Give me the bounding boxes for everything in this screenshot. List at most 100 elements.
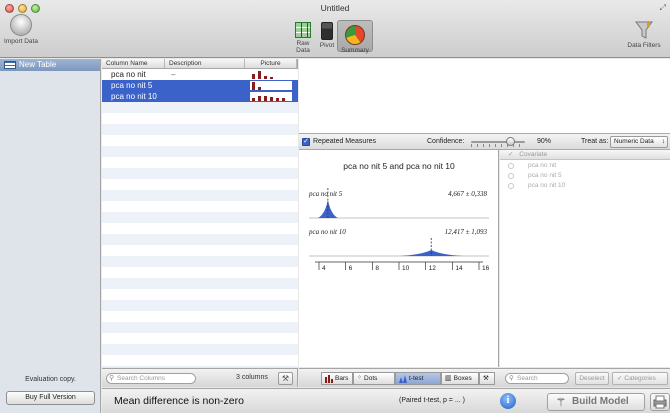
table-row[interactable]: pca no nit 5 [102,80,298,91]
histogram-bar [258,87,261,90]
histogram-bar [270,77,273,79]
boxes-view-button[interactable]: ▥ Boxes [441,372,479,385]
search-columns-input[interactable]: ⚲ Search Columns [106,373,196,384]
raw-data-icon [295,22,311,38]
build-model-label: Build Model [572,396,629,407]
summary-top-pane [299,59,670,133]
data-filters-button[interactable]: Data Filters [622,20,666,49]
build-model-button[interactable]: ⚚ Build Model [547,393,645,411]
column-name-header[interactable]: Column Name [102,59,165,68]
histogram-bar [252,98,255,101]
confidence-slider[interactable] [471,141,525,143]
column-name-cell: pca no nit 5 [111,81,153,90]
raw-data-label: Raw Data [296,40,310,54]
picture-header[interactable]: Picture [245,59,297,68]
covariate-radio[interactable] [508,182,514,189]
repeated-measures-label: Repeated Measures [313,138,377,145]
histogram-bar [258,96,261,101]
histogram-bar [276,98,279,101]
categories-button[interactable]: ✓ Categories [612,372,668,385]
confidence-slider-knob[interactable] [506,137,515,146]
bars-label: Bars [335,375,349,382]
covariate-pane: ✓ Covariate pca no nit pca no nit 5 pca … [500,150,670,367]
dots-view-button[interactable]: ⁘ Dots [353,372,395,385]
columns-table: Column Name Description Picture pca no n… [102,59,298,367]
test-options-bar: ✓ Repeated Measures Confidence: 90% Trea… [299,133,670,150]
repeated-measures-checkbox[interactable]: ✓ [302,138,310,146]
columns-header: Column Name Description Picture [102,59,297,69]
picture-histogram [250,81,292,90]
covariate-radio[interactable] [508,162,514,169]
chart-tools-button[interactable]: ⚒ [479,372,495,385]
print-button[interactable] [650,393,670,411]
x-tick-label: 8 [375,265,379,272]
description-header[interactable]: Description [165,59,245,68]
magic-wand-icon: ⚚ [556,397,566,409]
import-data-icon [10,14,32,36]
tables-sidebar: New Table Evaluation copy. Buy Full Vers… [0,59,101,413]
deselect-button[interactable]: Deselect [575,372,609,385]
table-icon [4,61,16,69]
pivot-button[interactable]: Pivot [318,22,336,49]
wrench-icon: ⚒ [483,375,489,382]
table-row[interactable]: pca no nit 10 [102,91,298,102]
x-tick-label: 12 [429,265,437,272]
description-cell: – [171,70,176,79]
covariate-search-placeholder: Search [517,375,538,382]
covariate-item[interactable]: pca no nit 10 [500,181,670,190]
covariate-item-label: pca no nit [528,162,557,169]
bars-icon [325,374,333,383]
import-data-label: Import Data [4,38,38,45]
ttest-view-button[interactable]: t-test [395,372,441,385]
search-icon: ⚲ [109,375,115,382]
sidebar-item-label: New Table [19,60,57,69]
search-columns-placeholder: Search Columns [117,375,166,382]
summary-pie-icon [345,25,365,45]
column-tools-button[interactable]: ⚒ [278,372,293,385]
ttest-chart-pane: pca no nit 5 and pca no nit 10 pca no ni… [299,150,499,367]
covariate-item[interactable]: pca no nit 5 [500,171,670,180]
histogram-bar [252,74,255,79]
picture-histogram [250,70,292,79]
covariate-item-label: pca no nit 10 [528,182,566,189]
treat-as-label: Treat as: [581,138,609,145]
x-tick-label: 10 [402,265,410,272]
import-data-button[interactable]: Import Data [4,14,38,45]
printer-icon [653,395,667,409]
columns-footer: ⚲ Search Columns 3 columns ⚒ [102,368,298,387]
result-status-bar: Mean difference is non-zero (Paired t-te… [102,388,670,413]
x-tick-label: 4 [322,265,326,272]
summary-button[interactable]: Summary [337,20,373,54]
dots-icon: ⁘ [357,375,363,381]
categories-label: Categories [624,375,656,382]
ttest-label: t-test [409,375,424,382]
raw-data-button[interactable]: Raw Data [290,22,316,54]
search-icon: ⚲ [509,375,514,382]
confidence-slider-ticks [471,144,525,147]
buy-full-version-button[interactable]: Buy Full Version [6,391,95,405]
x-tick-label: 6 [349,265,353,272]
histogram-bar [264,76,267,79]
histogram-bar [282,98,285,101]
window-toolbar: Untitled ⤢ Import Data Raw Data Pivot Su… [0,0,670,58]
wrench-icon: ⚒ [281,374,290,383]
pivot-icon [321,22,333,40]
info-button[interactable]: i [500,393,516,409]
sidebar-item-new-table[interactable]: New Table [0,59,100,71]
fullscreen-icon[interactable]: ⤢ [660,3,666,13]
covariate-search-input[interactable]: ⚲ Search [505,373,569,384]
result-message: Mean difference is non-zero [114,395,244,407]
covariate-radio[interactable] [508,172,514,179]
treat-as-select[interactable]: Numeric Data ↕ [610,136,668,148]
covariate-header-label: Covariate [519,151,548,158]
covariate-item-label: pca no nit 5 [528,172,562,179]
boxes-icon: ▥ [445,375,452,382]
pivot-label: Pivot [319,42,335,49]
histogram-bar [264,96,267,101]
bars-view-button[interactable]: Bars [321,372,353,385]
table-row[interactable]: pca no nit – [102,69,298,80]
histogram-bar [270,97,273,101]
x-tick-label: 16 [482,265,490,272]
chart-tools-bar: Bars ⁘ Dots t-test ▥ Boxes ⚒ ⚲ Search De… [299,368,670,387]
covariate-item[interactable]: pca no nit [500,161,670,170]
